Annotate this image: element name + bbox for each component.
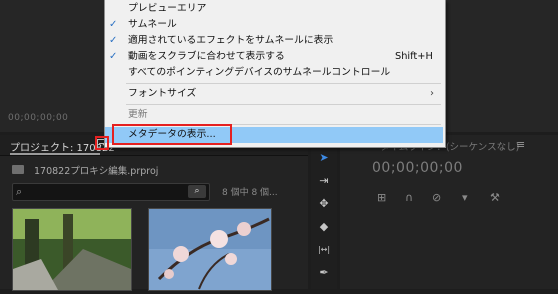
selection-icon: ➤ bbox=[319, 151, 329, 164]
pen-tool[interactable]: ✒ bbox=[316, 265, 332, 281]
menu-item-show-effects[interactable]: ✓ 適用されているエフェクトをサムネールに表示 bbox=[105, 33, 443, 49]
selection-tool[interactable]: ➤ bbox=[316, 150, 332, 166]
menu-separator bbox=[126, 104, 441, 105]
menu-item-preview-area[interactable]: プレビューエリア bbox=[105, 1, 443, 17]
pen-icon: ✒ bbox=[319, 266, 329, 279]
clip-thumbnail-image[interactable] bbox=[148, 208, 272, 291]
item-count: 8 個中 8 個... bbox=[222, 188, 278, 198]
annotation-box-panel-menu bbox=[95, 136, 109, 150]
clip-thumbnail-video[interactable] bbox=[12, 208, 132, 291]
ripple-edit-tool[interactable]: ✥ bbox=[316, 196, 332, 212]
nest-icon[interactable]: ⊞ bbox=[377, 191, 386, 204]
timeline-panel bbox=[340, 135, 558, 289]
check-icon: ✓ bbox=[109, 19, 118, 30]
track-select-icon: ⇥ bbox=[319, 174, 329, 187]
program-timecode: 00;00;00;00 bbox=[8, 113, 69, 123]
razor-icon: ◆ bbox=[319, 220, 329, 233]
menu-separator bbox=[126, 83, 441, 84]
track-select-tool[interactable]: ⇥ bbox=[316, 173, 332, 189]
search-input[interactable] bbox=[12, 183, 210, 201]
snap-icon[interactable]: ∩ bbox=[405, 191, 413, 204]
marker-icon[interactable]: ▾ bbox=[462, 191, 468, 204]
search-filter-button[interactable]: ⌕ bbox=[188, 185, 206, 198]
check-icon: ✓ bbox=[109, 51, 118, 62]
thumb-image-image bbox=[149, 209, 271, 290]
menu-item-pointing-devices[interactable]: すべてのポインティングデバイスのサムネールコントロール bbox=[105, 65, 443, 81]
razor-tool[interactable]: ◆ bbox=[316, 219, 332, 235]
timeline-menu-icon[interactable]: ≡ bbox=[516, 138, 525, 151]
project-filename: 170822プロキシ編集.prproj bbox=[34, 166, 159, 177]
menu-item-update: 更新 bbox=[128, 109, 148, 120]
thumb-video-image bbox=[13, 209, 131, 290]
chevron-right-icon: › bbox=[430, 88, 434, 99]
menu-item-scrub-video[interactable]: ✓ 動画をスクラブに合わせて表示する Shift+H bbox=[105, 49, 443, 65]
menu-item-font-size[interactable]: フォントサイズ › bbox=[105, 86, 443, 102]
annotation-box-metadata bbox=[112, 124, 232, 145]
linked-selection-icon[interactable]: ⊘ bbox=[432, 191, 441, 204]
check-icon: ✓ bbox=[109, 35, 118, 46]
ripple-edit-icon: ✥ bbox=[319, 197, 329, 210]
project-tab-underline bbox=[10, 153, 100, 155]
menu-item-thumbnail[interactable]: ✓ サムネール bbox=[105, 17, 443, 33]
slip-tool[interactable]: |↔| bbox=[316, 242, 332, 258]
timeline-timecode: 00;00;00;00 bbox=[372, 160, 463, 176]
search-icon: ⌕ bbox=[16, 185, 23, 198]
wrench-icon[interactable]: ⚒ bbox=[490, 191, 500, 204]
slip-icon: |↔| bbox=[317, 245, 331, 254]
shortcut-label: Shift+H bbox=[395, 51, 433, 62]
folder-icon bbox=[12, 165, 24, 174]
